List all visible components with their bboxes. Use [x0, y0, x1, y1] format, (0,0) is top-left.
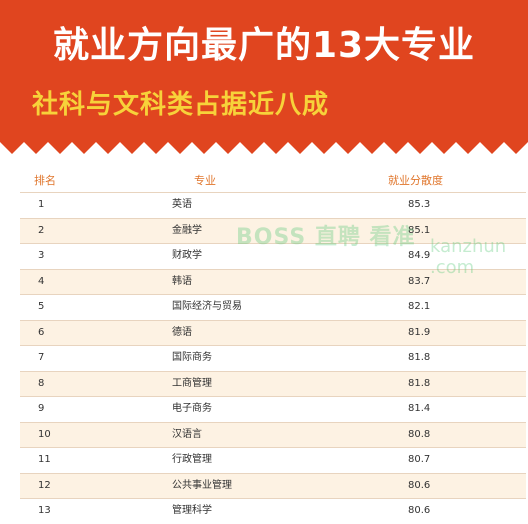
rank-cell: 4	[38, 275, 45, 287]
rank-cell: 6	[38, 326, 45, 338]
header-major: 专业	[194, 174, 216, 187]
rank-cell: 8	[38, 377, 45, 389]
table-row: 8 工商管理 81.8	[20, 370, 526, 396]
table-row: 10 汉语言 80.8	[20, 421, 526, 447]
score-cell: 81.8	[408, 352, 431, 363]
major-cell: 管理科学	[172, 505, 212, 516]
score-cell: 85.1	[408, 224, 431, 236]
rank-cell: 2	[38, 224, 45, 236]
table-row: 5 国际经济与贸易 82.1	[20, 294, 526, 320]
table-row: 7 国际商务 81.8	[20, 345, 526, 371]
table-row: 6 德语 81.9	[20, 319, 526, 345]
score-cell: 80.6	[408, 479, 431, 491]
rank-cell: 13	[38, 505, 51, 516]
major-cell: 电子商务	[172, 403, 212, 414]
score-cell: 84.9	[408, 250, 431, 261]
table-row: 1 英语 85.3	[20, 192, 526, 218]
rank-cell: 10	[38, 428, 51, 440]
table-row: 4 韩语 83.7	[20, 268, 526, 294]
major-cell: 公共事业管理	[172, 479, 232, 491]
title-banner: 就业方向最广的13大专业 社科与文科类占据近八成	[0, 0, 528, 160]
major-cell: 金融学	[172, 224, 202, 236]
rank-cell: 3	[38, 250, 45, 261]
rank-cell: 5	[38, 301, 45, 312]
ranking-table: 排名 专业 就业分散度 1 英语 85.3 2 金融学 85.1 3 财政学 84.9 4 韩语 83…	[20, 170, 526, 524]
score-cell: 81.8	[408, 377, 431, 389]
major-cell: 行政管理	[172, 454, 212, 465]
rank-cell: 1	[38, 199, 45, 210]
score-cell: 83.7	[408, 275, 431, 287]
table-row: 9 电子商务 81.4	[20, 396, 526, 422]
page-subtitle: 社科与文科类占据近八成	[32, 90, 330, 120]
major-cell: 韩语	[172, 275, 192, 287]
rank-cell: 11	[38, 454, 51, 465]
rank-cell: 7	[38, 352, 45, 363]
major-cell: 德语	[172, 326, 192, 338]
major-cell: 国际商务	[172, 352, 212, 363]
table-row: 13 管理科学 80.6	[20, 498, 526, 524]
table-body: 1 英语 85.3 2 金融学 85.1 3 财政学 84.9 4 韩语 83.7 5 国际经济与贸易 82…	[20, 192, 526, 524]
table-row: 3 财政学 84.9	[20, 243, 526, 269]
score-cell: 81.4	[408, 403, 431, 414]
header-rank: 排名	[34, 174, 56, 187]
rank-cell: 12	[38, 479, 51, 491]
table-header: 排名 专业 就业分散度	[20, 170, 526, 192]
major-cell: 工商管理	[172, 377, 212, 389]
major-cell: 财政学	[172, 250, 202, 261]
score-cell: 82.1	[408, 301, 431, 312]
score-cell: 80.8	[408, 428, 431, 440]
major-cell: 国际经济与贸易	[172, 301, 242, 312]
table-row: 2 金融学 85.1	[20, 217, 526, 243]
table-row: 12 公共事业管理 80.6	[20, 472, 526, 498]
score-cell: 85.3	[408, 199, 431, 210]
score-cell: 81.9	[408, 326, 431, 338]
page-title: 就业方向最广的13大专业	[52, 25, 476, 66]
major-cell: 英语	[172, 199, 192, 210]
score-cell: 80.7	[408, 454, 431, 465]
table-row: 11 行政管理 80.7	[20, 447, 526, 473]
header-score: 就业分散度	[388, 174, 443, 187]
rank-cell: 9	[38, 403, 45, 414]
score-cell: 80.6	[408, 505, 431, 516]
major-cell: 汉语言	[172, 428, 202, 440]
